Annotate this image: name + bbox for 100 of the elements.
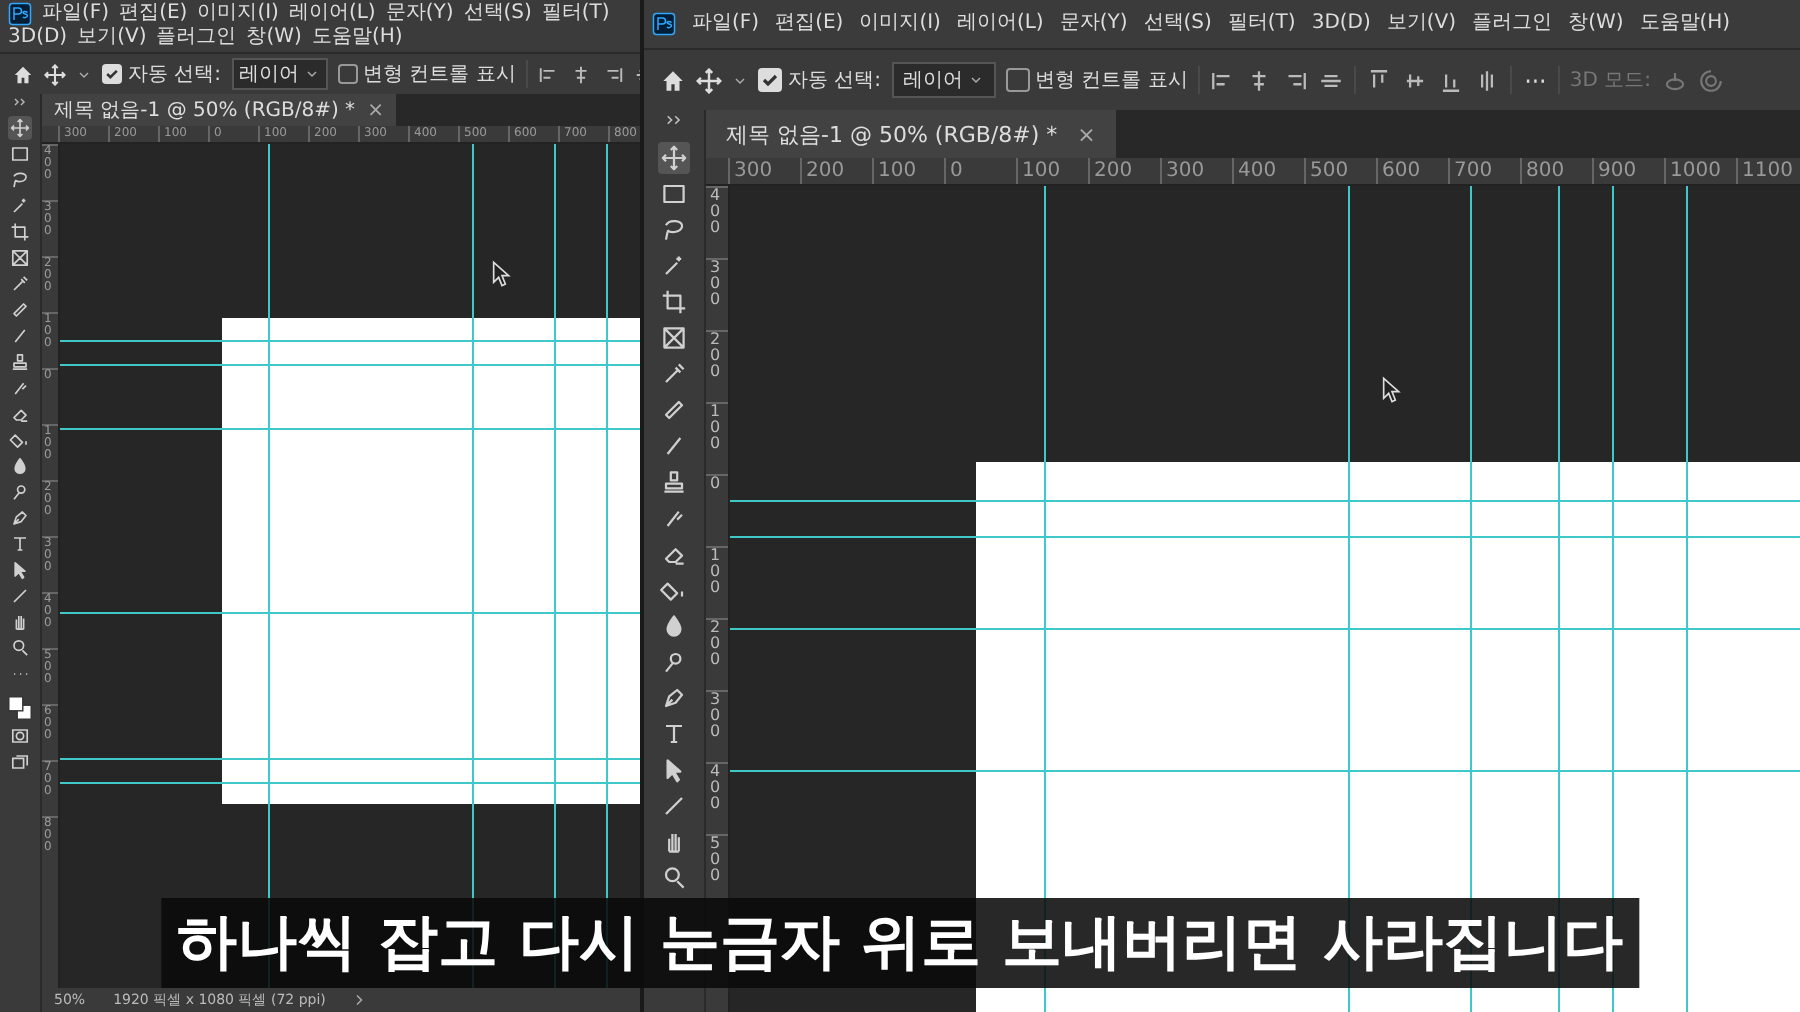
collapse-icon[interactable] bbox=[12, 98, 28, 106]
ruler-label: 100 bbox=[710, 548, 721, 596]
ruler-label: 0 bbox=[710, 476, 721, 492]
ruler-label: 200 bbox=[800, 158, 872, 184]
frame-tool-icon[interactable] bbox=[658, 322, 690, 354]
bandage-icon[interactable] bbox=[8, 298, 32, 322]
ruler-label: 400 bbox=[1232, 158, 1304, 184]
app-logo-icon bbox=[652, 12, 676, 36]
paint-bucket-icon[interactable] bbox=[8, 428, 32, 452]
menu-item[interactable]: 선택(S) bbox=[463, 2, 532, 26]
ruler-label: 300 bbox=[710, 260, 721, 308]
transform-controls-label: 변형 컨트롤 표시 bbox=[1035, 68, 1188, 94]
crop-tool-icon[interactable] bbox=[658, 286, 690, 318]
menu-item[interactable]: 레이어(L) bbox=[956, 12, 1044, 36]
collapse-icon[interactable] bbox=[664, 114, 684, 126]
menu-item[interactable]: 플러그인 bbox=[156, 26, 237, 50]
move-tool-icon[interactable] bbox=[658, 142, 690, 174]
ruler-label: 100 bbox=[1016, 158, 1088, 184]
rotate-icon[interactable] bbox=[1697, 67, 1724, 93]
ruler-label: 100 bbox=[710, 404, 721, 452]
ruler-label: 100 bbox=[872, 158, 944, 184]
menu-item[interactable]: 파일(F) bbox=[42, 2, 110, 26]
drop-tool-icon[interactable] bbox=[8, 454, 32, 478]
move-icon[interactable] bbox=[696, 67, 722, 93]
menu-item[interactable]: 문자(Y) bbox=[385, 2, 454, 26]
pen-tool-icon[interactable] bbox=[8, 506, 32, 530]
document-tab[interactable]: 제목 없음-1 @ 50% (RGB/8#) * × bbox=[706, 110, 1116, 158]
ruler-label: 400 bbox=[710, 188, 721, 236]
menu-item[interactable]: 문자(Y) bbox=[1059, 12, 1128, 36]
layer-dropdown[interactable]: 레이어 bbox=[231, 58, 328, 90]
menu-item[interactable]: 편집(E) bbox=[119, 2, 188, 26]
subtitle-caption: 하나씩 잡고 다시 눈금자 위로 보내버리면 사라집니다 bbox=[161, 898, 1639, 988]
move-tool-icon[interactable] bbox=[8, 116, 32, 140]
ruler-label: 200 bbox=[1088, 158, 1160, 184]
transform-controls-label: 변형 컨트롤 표시 bbox=[363, 62, 516, 88]
ruler-label: 1000 bbox=[1664, 158, 1736, 184]
ruler-label: 600 bbox=[1376, 158, 1448, 184]
auto-select-label: 자동 선택: bbox=[128, 62, 222, 88]
cursor-icon bbox=[1382, 375, 1403, 404]
menu-item[interactable]: 필터(T) bbox=[1227, 12, 1296, 36]
menu-item[interactable]: 이미지(I) bbox=[197, 2, 279, 26]
screen-mode-icon[interactable] bbox=[8, 750, 32, 774]
ruler-label: 200 bbox=[710, 332, 721, 380]
pointer-tool-icon[interactable] bbox=[8, 558, 32, 582]
ruler-label: 700 bbox=[1448, 158, 1520, 184]
checkbox[interactable] bbox=[1005, 68, 1030, 92]
align-icon[interactable] bbox=[537, 63, 560, 85]
auto-select-label: 자동 선택: bbox=[788, 68, 882, 94]
move-icon[interactable] bbox=[44, 63, 66, 85]
marquee-tool-icon[interactable] bbox=[8, 142, 32, 166]
ruler-label: 400 bbox=[710, 764, 721, 812]
menu-item[interactable]: 선택(S) bbox=[1143, 12, 1212, 36]
ruler-label: 800 bbox=[1520, 158, 1592, 184]
ruler-label: 900 bbox=[1592, 158, 1664, 184]
menu-item[interactable]: 도움말(H) bbox=[311, 26, 403, 50]
frame-tool-icon[interactable] bbox=[8, 246, 32, 270]
cursor-icon bbox=[491, 259, 512, 288]
home-icon[interactable] bbox=[12, 63, 34, 85]
stamp-tool-icon[interactable] bbox=[8, 350, 32, 374]
close-button[interactable]: × bbox=[1077, 121, 1096, 147]
quick-mask-icon[interactable] bbox=[8, 724, 32, 748]
lasso-tool-icon[interactable] bbox=[8, 168, 32, 192]
close-button[interactable]: × bbox=[367, 99, 384, 121]
align-icon[interactable] bbox=[1209, 67, 1236, 93]
eyedropper-icon[interactable] bbox=[8, 272, 32, 296]
stamp-tool-icon[interactable] bbox=[658, 466, 690, 498]
dodge-tool-icon[interactable] bbox=[8, 480, 32, 504]
ruler-label: 500 bbox=[1304, 158, 1376, 184]
ruler-label: 0 bbox=[944, 158, 1016, 184]
ruler-label: 500 bbox=[710, 836, 721, 884]
checkbox[interactable] bbox=[337, 64, 358, 84]
menu-item[interactable]: 창(W) bbox=[1568, 12, 1624, 36]
menu-item[interactable]: 창(W) bbox=[246, 26, 302, 50]
menu-item[interactable]: 플러그인 bbox=[1472, 12, 1553, 36]
menu-item[interactable]: 3D(D) bbox=[1311, 12, 1371, 36]
layer-dropdown[interactable]: 레이어 bbox=[891, 62, 996, 98]
distribute-icon[interactable] bbox=[1365, 67, 1392, 93]
chevron-icon[interactable] bbox=[353, 994, 366, 1006]
menu-item[interactable]: 레이어(L) bbox=[288, 2, 376, 26]
document-tab[interactable]: 제목 없음-1 @ 50% (RGB/8#) * × bbox=[42, 94, 396, 126]
ruler-label: 1100 bbox=[1736, 158, 1800, 184]
caret-icon[interactable] bbox=[967, 72, 984, 88]
menu-item[interactable]: 파일(F) bbox=[692, 12, 760, 36]
app-logo-icon bbox=[8, 2, 32, 26]
caret-icon[interactable] bbox=[303, 66, 320, 82]
menu-item[interactable]: 3D(D) bbox=[8, 26, 68, 50]
ruler-label: 200 bbox=[710, 620, 721, 668]
menu-item[interactable]: 이미지(I) bbox=[859, 12, 941, 36]
orbit-icon[interactable] bbox=[1661, 67, 1688, 93]
menu-item[interactable]: 보기(V) bbox=[77, 26, 147, 50]
zoom-icon[interactable] bbox=[8, 636, 32, 660]
color-swatch-icon[interactable] bbox=[6, 694, 34, 722]
line-tool-icon[interactable] bbox=[8, 584, 32, 608]
home-icon[interactable] bbox=[660, 67, 686, 93]
type-tool-icon[interactable] bbox=[8, 532, 32, 556]
menu-item[interactable]: 보기(V) bbox=[1386, 12, 1457, 36]
menu-item[interactable]: 편집(E) bbox=[775, 12, 844, 36]
menu-item[interactable]: 도움말(H) bbox=[1639, 12, 1731, 36]
crop-tool-icon[interactable] bbox=[8, 220, 32, 244]
menu-item[interactable]: 필터(T) bbox=[541, 2, 610, 26]
